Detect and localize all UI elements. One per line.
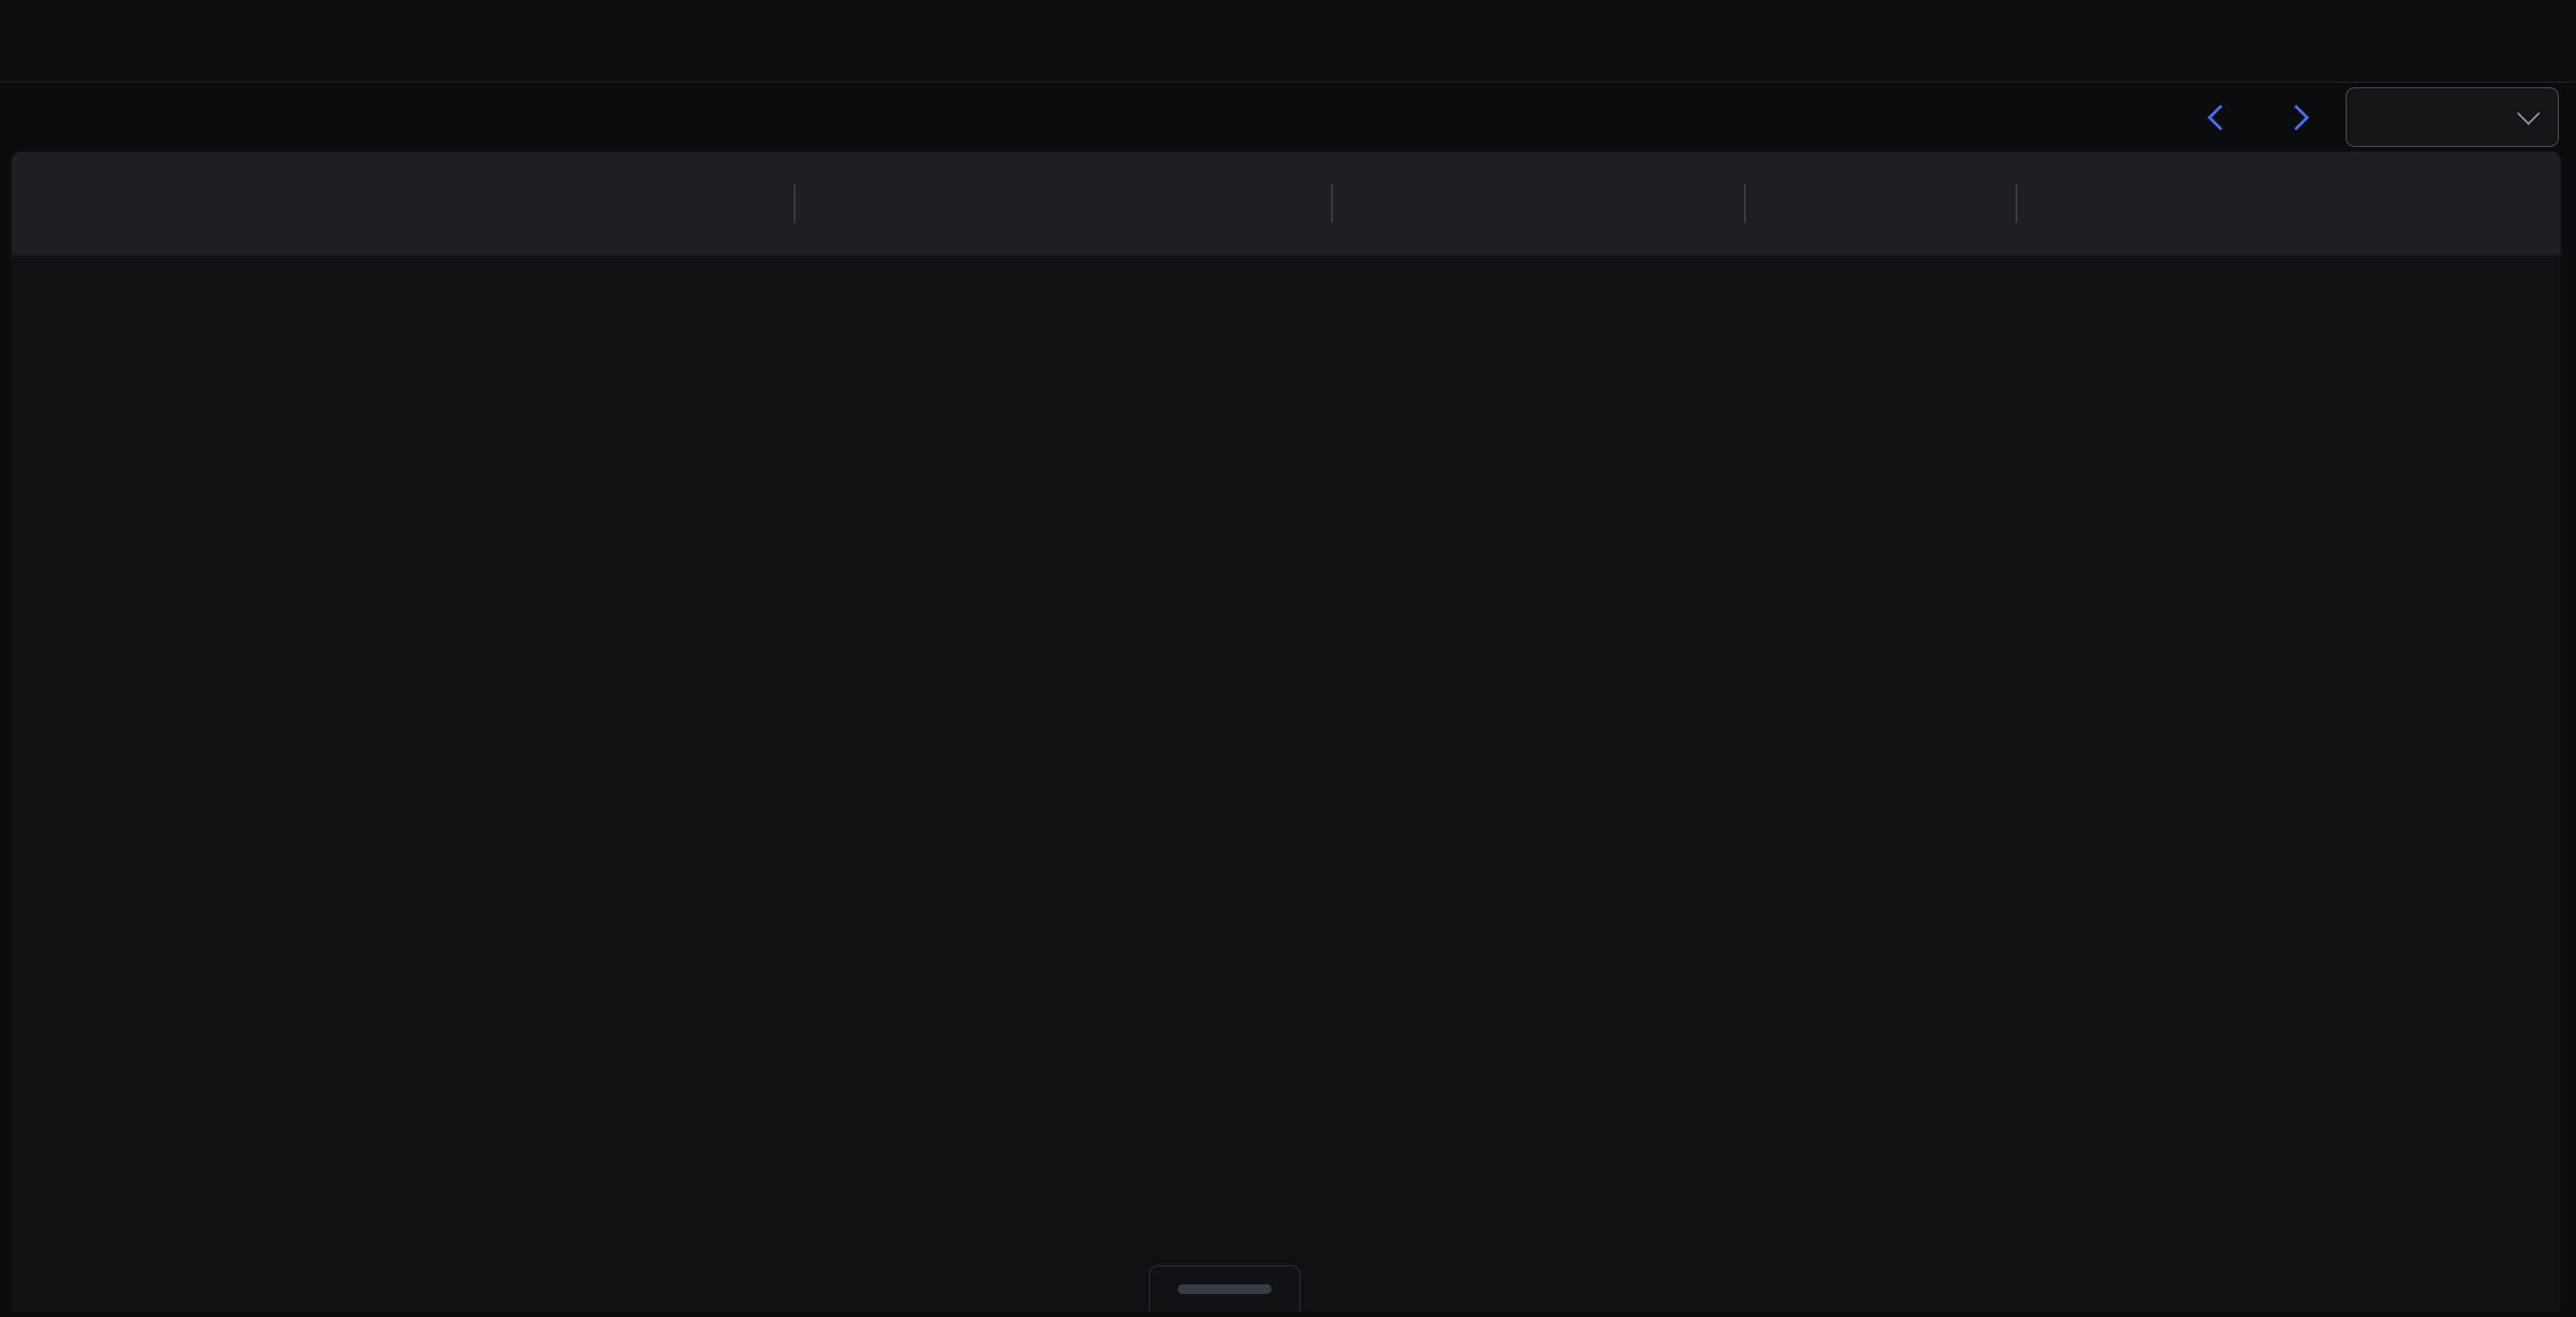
notice-and-pagination-row bbox=[0, 83, 2576, 152]
column-header-no-of-spans[interactable] bbox=[1744, 152, 2015, 255]
table-header-row bbox=[12, 152, 2561, 255]
column-header-root-operation-name[interactable] bbox=[794, 152, 1331, 255]
horizontal-scrollbar[interactable] bbox=[1149, 1265, 1300, 1311]
chevron-down-icon bbox=[2516, 101, 2540, 125]
column-header-root-service-name[interactable] bbox=[12, 152, 794, 255]
traces-table-head bbox=[12, 152, 2561, 255]
pagination-controls bbox=[2196, 87, 2559, 147]
page-size-select[interactable] bbox=[2346, 87, 2559, 147]
chevron-right-icon bbox=[2283, 104, 2309, 131]
next-page-button[interactable] bbox=[2258, 104, 2321, 131]
traces-table-container bbox=[12, 152, 2561, 1311]
column-header-root-duration[interactable] bbox=[1331, 152, 1744, 255]
tab-traces[interactable] bbox=[73, 0, 125, 83]
traces-table bbox=[12, 152, 2561, 255]
view-tab-bar bbox=[0, 0, 2576, 83]
tab-table-view[interactable] bbox=[177, 0, 228, 83]
column-header-traceid[interactable] bbox=[2015, 152, 2561, 255]
tab-time-series[interactable] bbox=[125, 0, 177, 83]
chevron-left-icon bbox=[2207, 104, 2233, 131]
tab-list-view[interactable] bbox=[21, 0, 73, 83]
scrollbar-thumb[interactable] bbox=[1178, 1283, 1272, 1294]
previous-page-button[interactable] bbox=[2196, 104, 2258, 131]
